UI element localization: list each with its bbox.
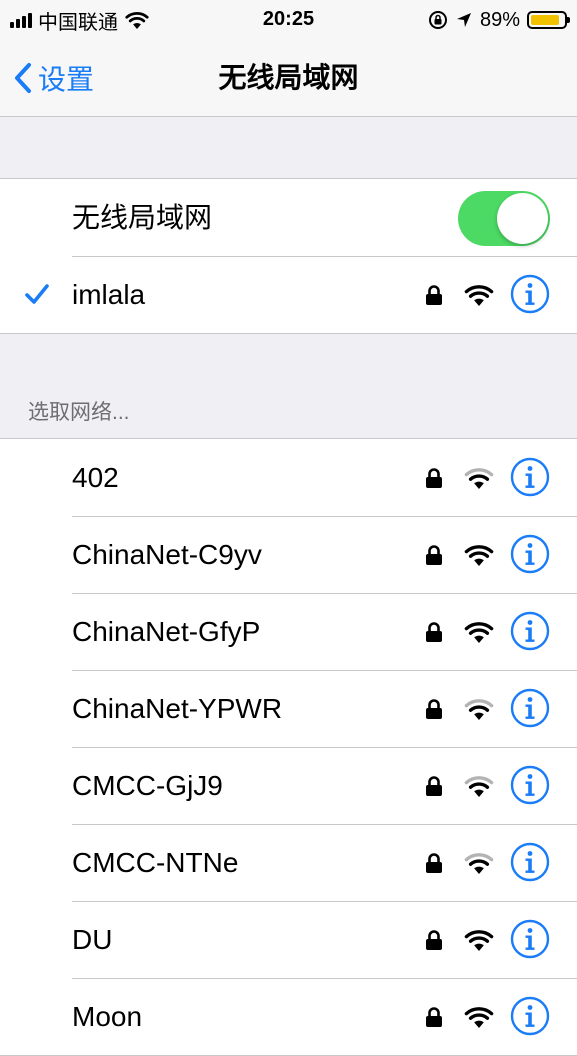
lock-icon (426, 930, 442, 950)
wifi-toggle-label: 无线局域网 (72, 202, 213, 233)
network-row[interactable]: CMCC-GjJ9 (0, 747, 577, 824)
wifi-signal-icon (464, 1007, 494, 1028)
wifi-toggle-row: 无线局域网 (0, 179, 577, 256)
lock-icon (426, 622, 442, 642)
checkmark-icon (25, 284, 49, 304)
wifi-signal-icon (464, 545, 494, 566)
wifi-signal-icon (464, 699, 494, 720)
battery-icon (527, 11, 570, 29)
network-row[interactable]: DU (0, 901, 577, 978)
lock-icon (426, 1007, 442, 1027)
info-icon[interactable] (510, 765, 550, 805)
wifi-signal-icon (464, 285, 494, 306)
info-icon[interactable] (510, 534, 550, 574)
lock-icon (426, 699, 442, 719)
wifi-toggle-switch[interactable] (458, 191, 550, 246)
info-icon[interactable] (510, 688, 550, 728)
info-icon[interactable] (510, 842, 550, 882)
network-name: Moon (72, 1001, 143, 1032)
battery-percent: 89% (479, 8, 520, 31)
network-row[interactable]: ChinaNet-YPWR (0, 670, 577, 747)
network-row[interactable]: ChinaNet-C9yv (0, 516, 577, 593)
section-header-choose-network: 选取网络... (28, 401, 130, 424)
info-icon[interactable] (510, 996, 550, 1036)
network-name: 402 (72, 462, 119, 493)
lock-icon (426, 285, 442, 305)
lock-icon (426, 853, 442, 873)
navigation-bar: 设置 无线局域网 (0, 40, 577, 117)
wifi-signal-icon (464, 468, 494, 489)
lock-icon (426, 468, 442, 488)
network-row[interactable]: ChinaNet-GfyP (0, 593, 577, 670)
network-row[interactable]: CMCC-NTNe (0, 824, 577, 901)
network-name: ChinaNet-GfyP (72, 616, 261, 647)
wifi-signal-icon (464, 776, 494, 797)
info-icon[interactable] (510, 611, 550, 651)
connected-network-name: imlala (72, 279, 146, 310)
location-arrow-icon (456, 13, 471, 27)
network-name: CMCC-NTNe (72, 847, 239, 878)
wifi-signal-icon (464, 622, 494, 643)
info-icon[interactable] (510, 274, 550, 314)
wifi-signal-icon (464, 853, 494, 874)
connected-network-row[interactable]: imlala (0, 256, 577, 333)
network-name: CMCC-GjJ9 (72, 770, 223, 801)
orientation-lock-icon (428, 11, 447, 29)
lock-icon (426, 776, 442, 796)
wifi-group: 无线局域网 imlala (0, 178, 577, 334)
page-title: 无线局域网 (218, 62, 359, 93)
info-icon[interactable] (510, 919, 550, 959)
status-right: 89% (428, 8, 570, 32)
network-name: ChinaNet-YPWR (72, 693, 283, 724)
network-row[interactable]: Moon (0, 978, 577, 1055)
network-row[interactable]: 402 (0, 439, 577, 516)
network-name: DU (72, 924, 113, 955)
toggle-knob (497, 193, 548, 244)
network-name: ChinaNet-C9yv (72, 539, 262, 570)
wifi-signal-icon (464, 930, 494, 951)
status-bar: 中国联通 20:25 89% (0, 0, 577, 40)
battery-fill (531, 15, 560, 25)
lock-icon (426, 545, 442, 565)
network-list: 402 ChinaNet-C9yv ChinaNet-GfyP ChinaNet-YP… (0, 438, 577, 1056)
info-icon[interactable] (510, 457, 550, 497)
